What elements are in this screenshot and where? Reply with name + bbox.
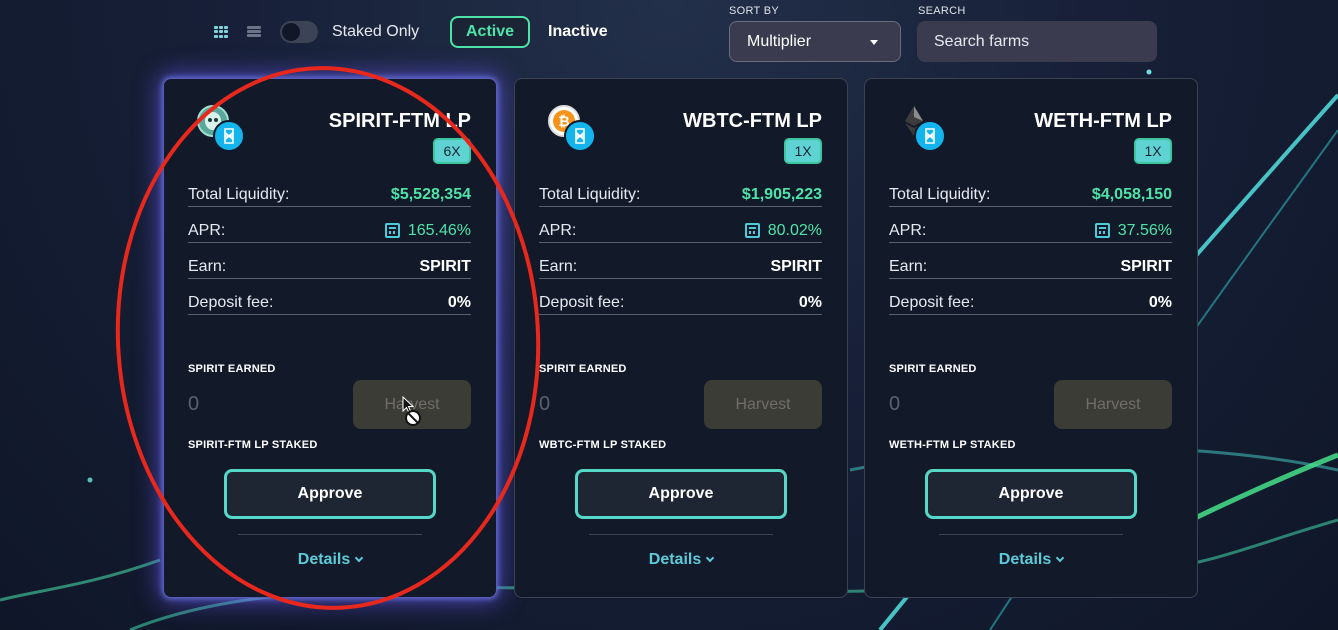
earned-amount: 0 [188, 393, 200, 415]
apr-value: 165.46% [407, 221, 471, 239]
total-liquidity-row: Total Liquidity: $5,528,354 [188, 183, 471, 207]
harvest-button[interactable]: Harvest [704, 380, 822, 429]
deposit-fee-label: Deposit fee: [188, 293, 274, 311]
sort-by-label: SORT BY [729, 5, 779, 17]
total-liquidity-value: $1,905,223 [741, 185, 822, 203]
earn-label: Earn: [188, 257, 227, 275]
total-liquidity-label: Total Liquidity: [889, 185, 991, 203]
total-liquidity-row: Total Liquidity: $1,905,223 [539, 183, 822, 207]
earn-row: Earn: SPIRIT [188, 255, 471, 279]
farm-card: SPIRIT-FTM LP 6X Total Liquidity: $5,528… [163, 78, 497, 598]
approve-button[interactable]: Approve [925, 469, 1137, 519]
deposit-fee-value: 0% [1148, 293, 1172, 311]
calculator-icon[interactable] [384, 223, 400, 238]
divider [238, 534, 422, 535]
earned-label: SPIRIT EARNED [889, 363, 977, 375]
search-label: SEARCH [918, 5, 966, 17]
staked-label: WETH-FTM LP STAKED [889, 439, 1016, 451]
fantom-token-icon [564, 120, 596, 152]
harvest-button[interactable]: Harvest [353, 380, 471, 429]
tab-active[interactable]: Active [450, 16, 530, 48]
total-liquidity-value: $4,058,150 [1091, 185, 1172, 203]
earn-label: Earn: [539, 257, 578, 275]
deposit-fee-row: Deposit fee: 0% [539, 291, 822, 315]
staked-only-label: Staked Only [332, 23, 420, 40]
farm-title: WETH-FTM LP [1034, 110, 1172, 132]
deposit-fee-label: Deposit fee: [539, 293, 625, 311]
deposit-fee-value: 0% [447, 293, 471, 311]
divider [589, 534, 773, 535]
approve-button[interactable]: Approve [224, 469, 436, 519]
chevron-down-icon [705, 553, 715, 563]
farm-card: ₿ WBTC-FTM LP 1X Total Liquidity: $1,905… [514, 78, 848, 598]
apr-value: 37.56% [1117, 221, 1172, 239]
staked-label: SPIRIT-FTM LP STAKED [188, 439, 318, 451]
total-liquidity-row: Total Liquidity: $4,058,150 [889, 183, 1172, 207]
deposit-fee-row: Deposit fee: 0% [188, 291, 471, 315]
deposit-fee-value: 0% [798, 293, 822, 311]
earned-amount: 0 [539, 393, 551, 415]
earn-row: Earn: SPIRIT [889, 255, 1172, 279]
farm-card: WETH-FTM LP 1X Total Liquidity: $4,058,1… [864, 78, 1198, 598]
details-link[interactable]: Details [164, 551, 496, 569]
grid-view-icon[interactable] [214, 26, 228, 38]
toggle-knob [282, 23, 300, 41]
total-liquidity-label: Total Liquidity: [188, 185, 290, 203]
multiplier-badge: 1X [784, 138, 822, 164]
calculator-icon[interactable] [1094, 223, 1110, 238]
apr-row: APR: 165.46% [188, 219, 471, 243]
apr-row: APR: 37.56% [889, 219, 1172, 243]
earn-row: Earn: SPIRIT [539, 255, 822, 279]
fantom-token-icon [914, 120, 946, 152]
details-label: Details [998, 551, 1052, 568]
deposit-fee-row: Deposit fee: 0% [889, 291, 1172, 315]
staked-label: WBTC-FTM LP STAKED [539, 439, 667, 451]
earned-label: SPIRIT EARNED [539, 363, 627, 375]
multiplier-badge: 1X [1134, 138, 1172, 164]
fantom-token-icon [213, 120, 245, 152]
earn-value: SPIRIT [419, 257, 471, 275]
earned-amount: 0 [889, 393, 901, 415]
earn-value: SPIRIT [770, 257, 822, 275]
list-view-icon[interactable] [247, 26, 261, 38]
chevron-down-icon [1055, 553, 1065, 563]
apr-label: APR: [539, 221, 577, 239]
apr-value: 80.02% [767, 221, 822, 239]
staked-only-toggle[interactable] [280, 21, 318, 43]
sort-select-value: Multiplier [747, 32, 812, 50]
tab-inactive[interactable]: Inactive [548, 23, 608, 41]
farm-title: WBTC-FTM LP [683, 110, 822, 132]
multiplier-badge: 6X [433, 138, 471, 164]
sort-select[interactable]: Multiplier [729, 21, 901, 62]
apr-label: APR: [889, 221, 927, 239]
search-input[interactable] [917, 21, 1157, 62]
approve-button[interactable]: Approve [575, 469, 787, 519]
total-liquidity-label: Total Liquidity: [539, 185, 641, 203]
harvest-button[interactable]: Harvest [1054, 380, 1172, 429]
farm-title: SPIRIT-FTM LP [328, 110, 471, 132]
details-label: Details [297, 551, 351, 568]
apr-label: APR: [188, 221, 226, 239]
deposit-fee-label: Deposit fee: [889, 293, 975, 311]
details-link[interactable]: Details [865, 551, 1197, 569]
details-label: Details [648, 551, 702, 568]
apr-row: APR: 80.02% [539, 219, 822, 243]
chevron-down-icon [354, 553, 364, 563]
earn-label: Earn: [889, 257, 928, 275]
caret-down-icon [870, 40, 878, 45]
earn-value: SPIRIT [1120, 257, 1172, 275]
earned-label: SPIRIT EARNED [188, 363, 276, 375]
calculator-icon[interactable] [744, 223, 760, 238]
divider [939, 534, 1123, 535]
total-liquidity-value: $5,528,354 [390, 185, 471, 203]
details-link[interactable]: Details [515, 551, 847, 569]
